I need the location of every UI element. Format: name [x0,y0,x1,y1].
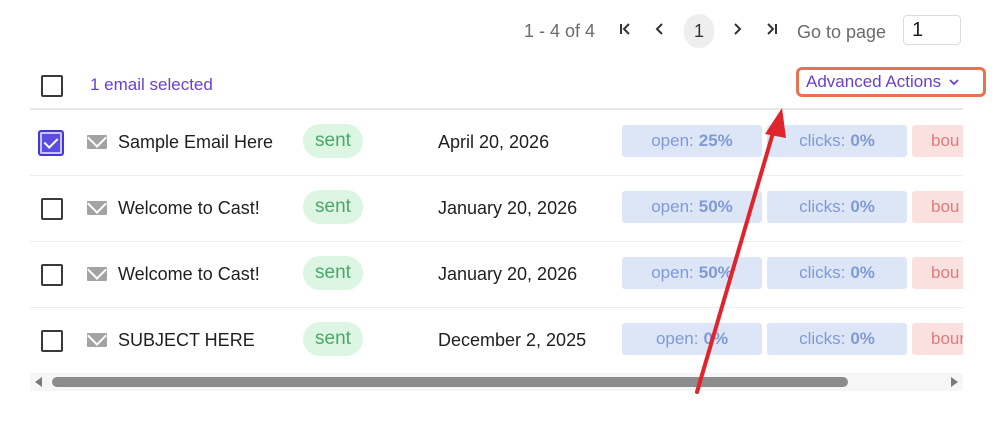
email-subject[interactable]: SUBJECT HERE [118,330,255,351]
mail-icon [87,267,107,281]
email-date: January 20, 2026 [438,198,578,218]
row-checkbox[interactable] [38,130,64,156]
email-subject[interactable]: Welcome to Cast! [118,264,260,285]
chevron-down-icon [949,75,959,89]
mail-icon [87,135,107,149]
status-badge: sent [303,322,363,356]
current-page-button[interactable]: 1 [684,14,714,48]
table-row[interactable]: Welcome to Cast! sent January 20, 2026 o… [30,242,963,308]
clicks-rate-stat: clicks: 0% [767,323,907,355]
row-checkbox[interactable] [41,198,63,220]
mail-icon [87,333,107,347]
clicks-rate-stat: clicks: 0% [767,257,907,289]
next-page-button[interactable] [724,14,750,48]
email-date: April 20, 2026 [438,132,550,152]
open-rate-stat: open: 50% [622,257,762,289]
table-row[interactable]: Sample Email Here sent April 20, 2026 op… [30,110,963,176]
prev-page-button[interactable] [647,14,673,48]
next-page-icon [731,22,743,41]
open-rate-stat: open: 25% [622,125,762,157]
pagination-bar: 1 - 4 of 4 1 Go to page [0,0,997,62]
clicks-rate-stat: clicks: 0% [767,125,907,157]
advanced-actions-button[interactable]: Advanced Actions [796,67,986,97]
advanced-actions-label: Advanced Actions [806,72,942,91]
email-date: December 2, 2025 [438,330,587,350]
last-page-button[interactable] [759,14,785,48]
first-page-button[interactable] [612,14,638,48]
go-to-page-label: Go to page [797,22,887,42]
scrollbar-thumb[interactable] [52,377,848,387]
email-subject[interactable]: Sample Email Here [118,132,273,153]
table-row[interactable]: Welcome to Cast! sent January 20, 2026 o… [30,176,963,242]
horizontal-scrollbar[interactable] [30,373,963,391]
clicks-rate-stat: clicks: 0% [767,191,907,223]
status-badge: sent [303,190,363,224]
status-badge: sent [303,256,363,290]
bounce-rate-stat: bou [912,125,963,157]
row-checkbox[interactable] [41,330,63,352]
table-row[interactable]: SUBJECT HERE sent December 2, 2025 open:… [30,308,963,374]
open-rate-stat: open: 0% [622,323,762,355]
scroll-right-icon[interactable] [951,377,958,387]
email-table: Sample Email Here sent April 20, 2026 op… [30,110,963,374]
go-to-page-input[interactable] [903,15,961,45]
open-rate-stat: open: 50% [622,191,762,223]
first-page-icon [618,22,632,41]
scroll-left-icon[interactable] [35,377,42,387]
bounce-rate-stat: bou [912,191,963,223]
bounce-rate-stat: bou [912,257,963,289]
status-badge: sent [303,124,363,158]
table-toolbar: 1 email selected Advanced Actions [30,62,986,110]
select-all-checkbox[interactable] [41,75,63,97]
row-checkbox[interactable] [41,264,63,286]
last-page-icon [765,22,779,41]
selection-count: 1 email selected [90,75,213,94]
pagination-range: 1 - 4 of 4 [524,21,596,41]
mail-icon [87,201,107,215]
prev-page-icon [654,22,666,41]
bounce-rate-stat: bounc [912,323,963,355]
email-subject[interactable]: Welcome to Cast! [118,198,260,219]
email-date: January 20, 2026 [438,264,578,284]
